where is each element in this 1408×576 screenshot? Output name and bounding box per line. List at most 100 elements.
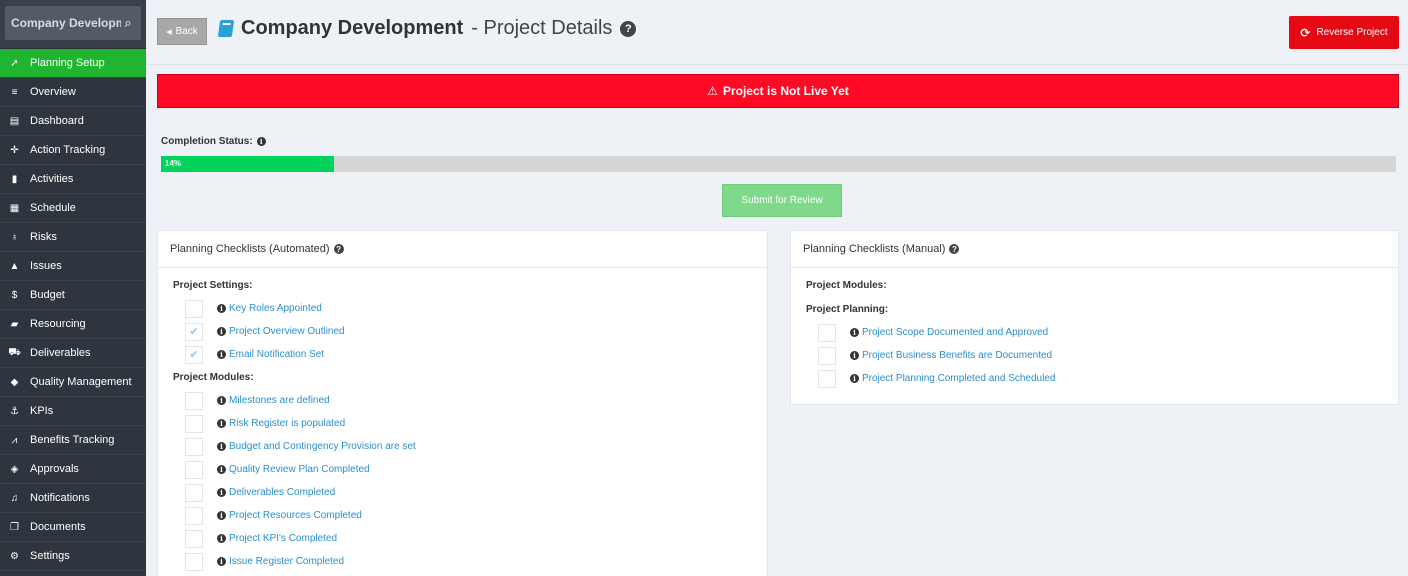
checklist-checkbox[interactable]: ✔ [185,345,203,364]
search-icon[interactable]: ⌕ [121,15,135,31]
gavel-icon: ◈ [10,463,19,475]
sidebar-item-planning-setup[interactable]: ➚ Planning Setup [0,49,146,78]
sidebar: Company Development ⌕ ➚ Planning Setup ≡ Ov… [0,0,146,576]
calendar-icon: ▦ [9,202,20,214]
sidebar-item-budget[interactable]: $ Budget [0,281,146,310]
sidebar-item-benefits-tracking[interactable]: ⩘ Benefits Tracking [0,426,146,455]
reverse-project-label: Reverse Project [1316,27,1388,38]
checklist-checkbox[interactable] [185,299,203,318]
reverse-project-button[interactable]: ⟳ Reverse Project [1289,16,1399,49]
completion-status-text: Completion Status: [161,136,253,147]
checklist-checkbox[interactable] [818,346,836,365]
info-icon[interactable]: i [217,557,226,566]
checklist-item-link[interactable]: Project Resources Completed [229,510,362,521]
checklist-item: i Quality Review Plan Completed [158,458,767,481]
sidebar-item-overview[interactable]: ≡ Overview [0,78,146,107]
checklist-item-link[interactable]: Milestones are defined [229,395,330,406]
checklist-item-link[interactable]: Risk Register is populated [229,418,345,429]
info-icon[interactable]: i [217,488,226,497]
checklist-item: i Budget and Contingency Provision are se… [158,435,767,458]
checklist-item-link[interactable]: Project Planning Completed and Scheduled [862,373,1055,384]
sidebar-menu: ➚ Planning Setup ≡ Overview ▤ Dashboard ✛ Actio… [0,49,146,571]
info-icon[interactable]: i [217,465,226,474]
check-icon: ✔ [189,326,199,338]
sidebar-item-label: KPIs [30,405,54,417]
checklist-item: i Project Business Benefits are Documente… [791,344,1398,367]
info-icon[interactable]: i [850,351,859,360]
info-icon[interactable]: i [256,137,266,146]
bookmark-icon: ▮ [11,173,18,185]
automated-checklist-title: Planning Checklists (Automated) [170,243,330,255]
checklist-item-link[interactable]: Email Notification Set [229,349,324,360]
checklist-checkbox[interactable] [185,391,203,410]
info-icon[interactable]: i [217,511,226,520]
question-circle-icon[interactable]: ? [620,20,637,37]
sidebar-item-label: Quality Management [30,376,132,388]
project-name: Company Development [241,17,464,39]
info-icon[interactable]: i [217,419,226,428]
info-icon[interactable]: i [850,374,859,383]
sidebar-item-schedule[interactable]: ▦ Schedule [0,194,146,223]
project-search-box[interactable]: Company Development ⌕ [5,6,141,40]
project-search-text[interactable]: Company Development [11,16,121,30]
info-icon[interactable]: i [217,304,226,313]
info-icon[interactable]: i [217,534,226,543]
dashboard-icon: ▤ [9,115,20,127]
sidebar-item-issues[interactable]: ▲ Issues [0,252,146,281]
sidebar-item-approvals[interactable]: ◈ Approvals [0,455,146,484]
question-circle-icon[interactable]: ? [333,244,344,254]
checklist-item-link[interactable]: Project Scope Documented and Approved [862,327,1048,338]
checklist-checkbox[interactable]: ✔ [185,322,203,341]
checklist-checkbox[interactable] [185,437,203,456]
sidebar-item-label: Activities [30,173,74,185]
checklist-item-link[interactable]: Project KPI's Completed [229,533,337,544]
sidebar-item-quality-management[interactable]: ◆ Quality Management [0,368,146,397]
question-circle-icon[interactable]: ? [949,244,960,254]
sidebar-item-label: Settings [30,550,70,562]
sidebar-item-action-tracking[interactable]: ✛ Action Tracking [0,136,146,165]
alert-text: Project is Not Live Yet [722,84,849,98]
sidebar-item-settings[interactable]: ⚙ Settings [0,542,146,571]
copy-icon: ❐ [10,521,19,533]
checklist-item-link[interactable]: Project Business Benefits are Documented [862,350,1052,361]
checklist-item-link[interactable]: Project Overview Outlined [229,326,345,337]
sidebar-item-kpis[interactable]: ⚓ KPIs [0,397,146,426]
sidebar-item-label: Resourcing [30,318,86,330]
sidebar-item-resourcing[interactable]: ▰ Resourcing [0,310,146,339]
manual-project-modules-label: Project Modules: [806,280,887,291]
tag-icon: ◆ [10,376,19,388]
submit-for-review-button[interactable]: Submit for Review [722,184,842,217]
checklist-item: ✔ i Project Overview Outlined [158,320,767,343]
back-button[interactable]: ◀ Back [157,18,207,45]
checklist-checkbox[interactable] [185,506,203,525]
sidebar-item-notifications[interactable]: ♫ Notifications [0,484,146,513]
checklist-checkbox[interactable] [185,552,203,571]
info-icon[interactable]: i [850,328,859,337]
checklist-item-link[interactable]: Key Roles Appointed [229,303,322,314]
checklist-checkbox[interactable] [818,323,836,342]
checklist-item-link[interactable]: Issue Register Completed [229,556,344,567]
checklist-checkbox[interactable] [185,483,203,502]
checklist-item-link[interactable]: Budget and Contingency Provision are set [229,441,416,452]
checklist-checkbox[interactable] [185,460,203,479]
sidebar-item-activities[interactable]: ▮ Activities [0,165,146,194]
sidebar-item-label: Schedule [30,202,76,214]
sidebar-item-deliverables[interactable]: ⛟ Deliverables [0,339,146,368]
sidebar-item-dashboard[interactable]: ▤ Dashboard [0,107,146,136]
sidebar-item-risks[interactable]: ♁ Risks [0,223,146,252]
checklist-item: ✔ i Email Notification Set [158,343,767,366]
info-icon[interactable]: i [217,442,226,451]
sidebar-item-documents[interactable]: ❐ Documents [0,513,146,542]
project-planning-list: i Project Scope Documented and Approved i P… [791,321,1398,390]
checklist-checkbox[interactable] [185,414,203,433]
checklist-checkbox[interactable] [818,369,836,388]
sidebar-item-label: Budget [30,289,65,301]
sidebar-search-area: Company Development ⌕ [0,0,146,49]
checklist-item-link[interactable]: Deliverables Completed [229,487,335,498]
info-icon[interactable]: i [217,327,226,336]
info-icon[interactable]: i [217,350,226,359]
sidebar-item-label: Documents [30,521,86,533]
checklist-checkbox[interactable] [185,529,203,548]
info-icon[interactable]: i [217,396,226,405]
checklist-item-link[interactable]: Quality Review Plan Completed [229,464,370,475]
